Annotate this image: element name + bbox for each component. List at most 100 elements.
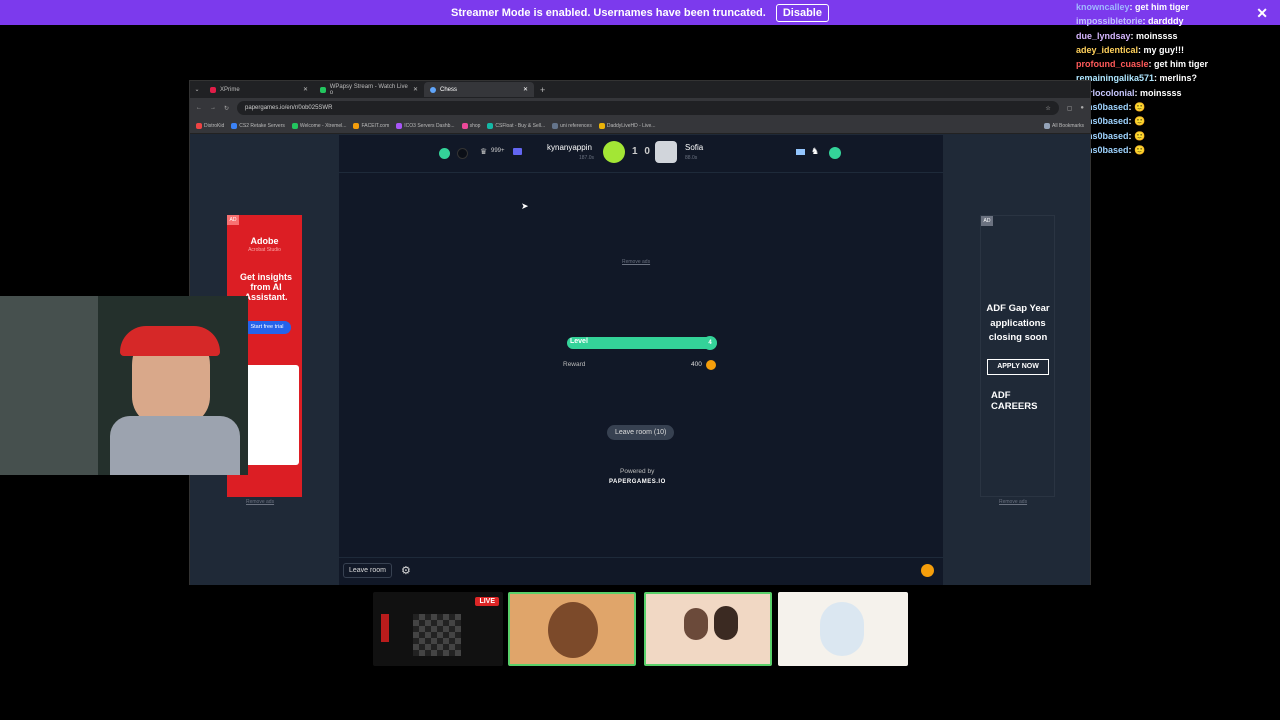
- bookmark-item[interactable]: uni references: [552, 122, 592, 129]
- tab-bar: ⌄ XPrime ✕ WPapsy Stream - Watch Live o …: [190, 81, 1090, 98]
- bookmark-item[interactable]: ICO3 Servers Dashb...: [396, 122, 455, 129]
- back-icon[interactable]: ←: [196, 105, 202, 111]
- reload-icon[interactable]: ↻: [224, 105, 229, 112]
- bookmark-label: DistroKid: [204, 122, 225, 129]
- remove-ads-link[interactable]: Remove ads: [622, 259, 650, 265]
- tab-xprime[interactable]: XPrime ✕: [204, 82, 314, 97]
- webcam-overlay: [0, 296, 248, 475]
- reward-label: Reward: [563, 361, 586, 368]
- bookmark-item[interactable]: Welcome - Xtremel...: [291, 122, 347, 129]
- thumbnail-channel-3[interactable]: [778, 592, 908, 666]
- bookmark-item[interactable]: shop: [461, 122, 481, 129]
- close-tab-icon[interactable]: ✕: [413, 86, 418, 93]
- ad-apply-button[interactable]: APPLY NOW: [987, 359, 1049, 375]
- tab-search-icon[interactable]: ⌄: [190, 86, 204, 93]
- chat-username[interactable]: knowncalley: [1076, 2, 1130, 12]
- chat-username[interactable]: profound_cuasle: [1076, 59, 1149, 69]
- settings-gear-icon[interactable]: ⚙: [401, 564, 411, 577]
- profile-icon[interactable]: ●: [1080, 105, 1084, 111]
- live-badge: LIVE: [475, 597, 499, 606]
- bookmark-label: shop: [469, 122, 481, 129]
- players-bar: ♛ 999+ kynanyappin 187.0s 1 0 Sofia 88.0…: [339, 135, 943, 173]
- player2-avatar: [655, 141, 677, 163]
- score: 1 0: [632, 146, 652, 157]
- level-progress-bar: [567, 337, 717, 349]
- remove-ads-right-link[interactable]: Remove ads: [999, 499, 1027, 505]
- chat-text: 🙂: [1134, 116, 1146, 127]
- bookmark-item[interactable]: CS2 Retake Servers: [231, 122, 285, 129]
- chat-message: remainingalika571: merlins?: [1076, 71, 1280, 85]
- chat-message: adey_identical: my guy!!!: [1076, 43, 1280, 57]
- thumbnail-channel-2[interactable]: [644, 592, 772, 666]
- bookmark-favicon-icon: [487, 122, 494, 129]
- thumbnail-channel-1[interactable]: [508, 592, 636, 666]
- close-tab-icon[interactable]: ✕: [303, 86, 308, 93]
- bottom-bar: Leave room ⚙: [339, 557, 943, 585]
- bookmark-favicon-icon: [461, 122, 468, 129]
- player2-time: 88.0s: [685, 155, 698, 161]
- level-label: Level: [570, 338, 588, 345]
- knight-icon: ♞: [811, 146, 820, 156]
- bookmark-label: ICO3 Servers Dashb...: [404, 122, 455, 129]
- bookmark-item[interactable]: DaddyLiveHD - Live...: [598, 122, 656, 129]
- powered-by-label: Powered by: [620, 468, 655, 475]
- level-value: 4: [703, 336, 717, 350]
- close-tab-icon[interactable]: ✕: [523, 86, 528, 93]
- thumbnail-stream-preview[interactable]: LIVE: [373, 592, 503, 666]
- flag-icon: [796, 149, 805, 155]
- bookmark-label: Welcome - Xtremel...: [299, 122, 347, 129]
- flag-icon: [513, 148, 522, 155]
- chat-message: marlocolonial: moinssss: [1076, 86, 1280, 100]
- tab-label: XPrime: [220, 86, 240, 93]
- forward-icon[interactable]: →: [210, 105, 216, 111]
- emoji-icon[interactable]: [921, 564, 934, 577]
- player1-avatar: [603, 141, 625, 163]
- bookmark-label: uni references: [560, 122, 592, 129]
- ad-right[interactable]: AD ADF Gap Year applications closing soo…: [980, 215, 1055, 497]
- chat-text: 🙂: [1134, 144, 1146, 155]
- bookmark-favicon-icon: [231, 122, 238, 129]
- bookmark-favicon-icon: [353, 122, 360, 129]
- ad-brand: Adobe: [250, 236, 279, 246]
- leave-room-button[interactable]: Leave room (10): [607, 425, 675, 440]
- leave-room-bottom-button[interactable]: Leave room: [343, 563, 392, 578]
- chat-overlay: knowncalley: get him tiger impossibletori…: [1076, 0, 1280, 157]
- reward-value: 400: [691, 361, 702, 368]
- disable-button[interactable]: Disable: [775, 3, 829, 22]
- bookmark-favicon-icon: [396, 122, 403, 129]
- url-input[interactable]: papergames.io/en/r/0ob025SWR ☆: [237, 101, 1059, 115]
- ad-cta-button[interactable]: Start free trial: [243, 321, 291, 334]
- tab-twitch[interactable]: WPapsy Stream - Watch Live o ✕: [314, 82, 424, 97]
- bookmark-item[interactable]: CSFloat - Buy & Sell...: [487, 122, 546, 129]
- status-icon: [829, 147, 841, 159]
- ad-badge: AD: [227, 215, 239, 225]
- chat-text: 🙂: [1134, 102, 1146, 113]
- bookmark-item[interactable]: All Bookmarks: [1044, 122, 1084, 129]
- banner-text: Streamer Mode is enabled. Usernames have…: [451, 6, 766, 19]
- remove-ads-left-link[interactable]: Remove ads: [246, 499, 274, 505]
- bookmark-favicon-icon: [1044, 122, 1051, 129]
- tab-label: Chess: [440, 86, 458, 93]
- bookmark-label: CSFloat - Buy & Sell...: [495, 122, 546, 129]
- player1-name: kynanyappin: [547, 143, 592, 152]
- player1-rating: 999+: [491, 148, 505, 154]
- extensions-icon[interactable]: ▢: [1067, 105, 1073, 112]
- chat-text: dardddy: [1148, 16, 1184, 27]
- webcam-background: [0, 296, 100, 475]
- crown-icon: ♛: [480, 147, 488, 156]
- bookmark-label: All Bookmarks: [1052, 122, 1084, 129]
- new-tab-button[interactable]: +: [540, 85, 545, 95]
- bookmark-label: DaddyLiveHD - Live...: [606, 122, 656, 129]
- chat-username[interactable]: due_lyndsay: [1076, 31, 1131, 41]
- bookmark-item[interactable]: FACEIT.com: [353, 122, 390, 129]
- tab-chess[interactable]: Chess ✕: [424, 82, 534, 97]
- bookmarks-bar: DistroKid CS2 Retake Servers Welcome - Xtr…: [190, 118, 1090, 134]
- bookmark-item[interactable]: DistroKid: [196, 122, 225, 129]
- chat-username[interactable]: impossibletorie: [1076, 16, 1143, 26]
- chat-username[interactable]: adey_identical: [1076, 45, 1138, 55]
- star-icon[interactable]: ☆: [1045, 105, 1050, 112]
- chat-text: 🙂: [1134, 130, 1146, 141]
- bookmark-label: FACEIT.com: [361, 122, 390, 129]
- papergames-logo: PAPERGAMES.IO: [609, 479, 666, 485]
- coin-icon: [706, 360, 716, 370]
